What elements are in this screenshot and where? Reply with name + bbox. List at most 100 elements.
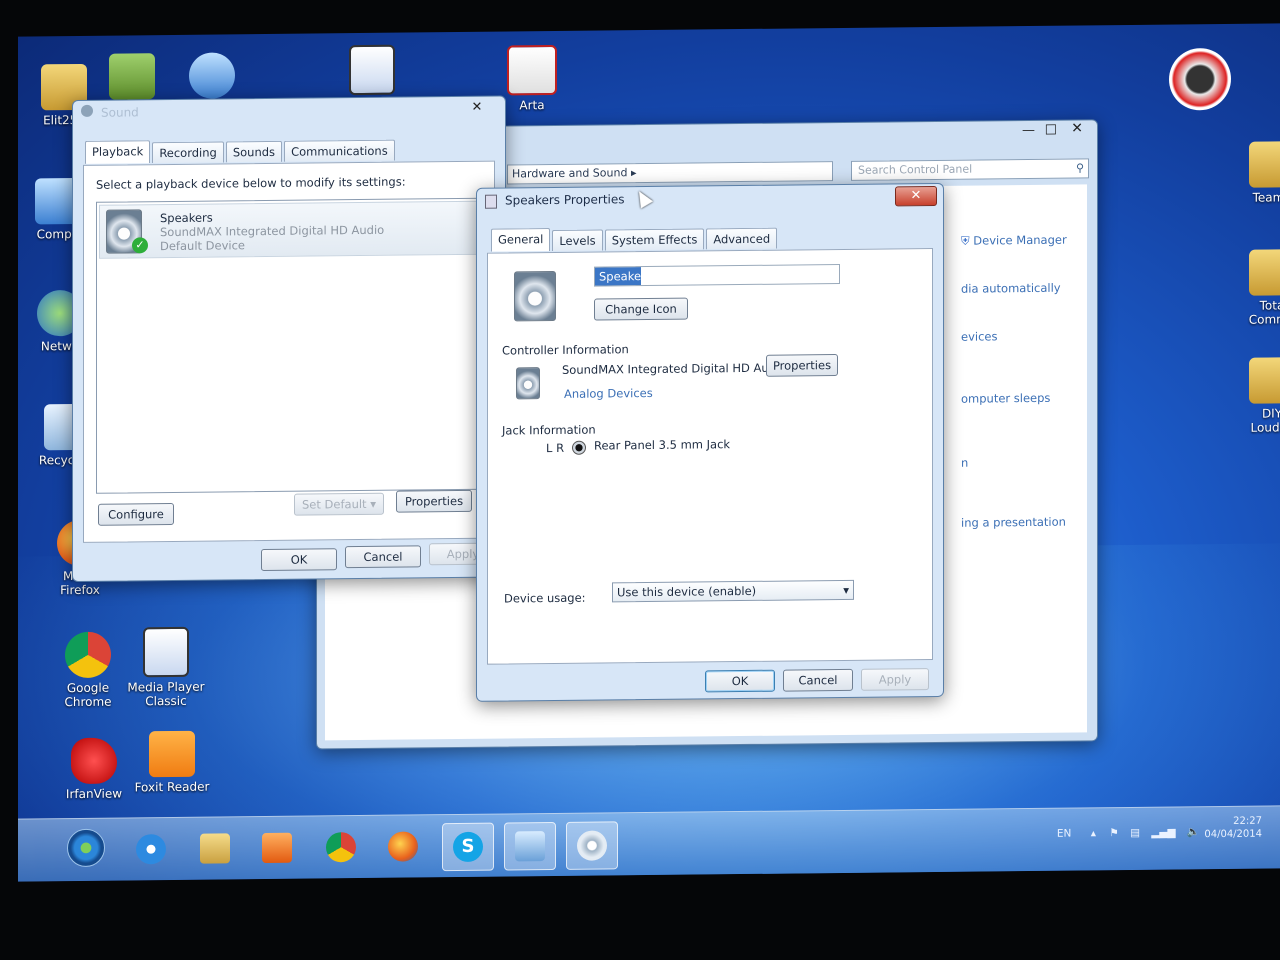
volume-icon[interactable]: 🔈 <box>1187 826 1200 838</box>
apply-button[interactable]: Apply <box>861 668 929 691</box>
desktop-icon-total-commander[interactable]: Tota Comma <box>1230 249 1280 327</box>
desktop-icon-media-player-classic[interactable]: Media Player Classic <box>124 626 208 709</box>
default-check-icon: ✓ <box>132 237 148 254</box>
desktop-icon-label: Tota Comma <box>1248 298 1280 327</box>
taskbar-ie[interactable] <box>126 826 176 873</box>
properties-button[interactable]: Properties <box>396 489 472 513</box>
folder-icon <box>1249 141 1280 188</box>
desktop-icon-label: IrfanView <box>65 786 123 802</box>
clock[interactable]: 22:27 04/04/2014 <box>1204 815 1262 842</box>
chevron-up-icon[interactable]: ▴ <box>1091 827 1096 839</box>
cancel-button[interactable]: Cancel <box>345 545 421 569</box>
desktop-icon-irfanview[interactable]: IrfanView <box>52 737 136 801</box>
presentation-link[interactable]: ing a presentation <box>961 515 1066 530</box>
desktop-screen: Elit253 Compu Netwo Recycle Mozill Firef… <box>18 23 1280 882</box>
ok-button[interactable]: OK <box>261 548 337 572</box>
windows-logo-icon <box>67 828 105 868</box>
clock-time: 22:27 <box>1233 815 1262 827</box>
language-indicator[interactable]: EN <box>1057 828 1072 840</box>
change-icon-button[interactable]: Change Icon <box>594 297 688 321</box>
folder-icon <box>1249 357 1280 404</box>
address-bar[interactable]: Hardware and Sound ▸ <box>507 161 833 185</box>
skype-icon: S <box>453 831 483 863</box>
shield-icon: ⛨ <box>961 233 970 248</box>
flag-icon[interactable]: ⚑ <box>1109 827 1118 839</box>
sound-dialog-titlebar: Sound ✕ <box>73 97 505 128</box>
tab-system-effects[interactable]: System Effects <box>604 228 705 251</box>
device-manager-link[interactable]: ⛨ Device Manager <box>961 233 1067 249</box>
device-list[interactable]: ✓ Speakers SoundMAX Integrated Digital H… <box>96 197 484 494</box>
desktop-icon-diy-loudspeaker[interactable]: DIY Loudsp <box>1230 357 1280 435</box>
controller-name: SoundMAX Integrated Digital HD Au... <box>562 360 780 377</box>
media-player-classic-icon <box>143 626 189 678</box>
power-link[interactable]: n <box>961 456 968 470</box>
maximize-button[interactable]: □ <box>1045 122 1057 137</box>
desktop-icon-gauge[interactable] <box>1158 47 1242 114</box>
gauge-gadget-icon <box>1169 47 1231 111</box>
jack-location: Rear Panel 3.5 mm Jack <box>594 437 731 453</box>
start-button[interactable] <box>60 825 112 872</box>
devices-link[interactable]: evices <box>961 329 997 343</box>
controller-vendor: Analog Devices <box>564 385 653 401</box>
tab-levels[interactable]: Levels <box>552 229 603 252</box>
taskbar-sound[interactable] <box>566 821 618 870</box>
signal-icon[interactable]: ▂▄▆ <box>1151 826 1175 838</box>
taskbar-firefox[interactable] <box>378 823 428 870</box>
desktop-icon-chrome[interactable]: Google Chrome <box>46 631 130 709</box>
controller-properties-button[interactable]: Properties <box>766 354 838 377</box>
control-panel-icon <box>515 831 545 862</box>
search-input[interactable]: Search Control Panel ⚲ <box>851 158 1089 181</box>
ok-button[interactable]: OK <box>705 669 775 693</box>
tab-playback[interactable]: Playback <box>85 140 151 164</box>
close-button[interactable]: ✕ <box>1071 120 1083 136</box>
jack-heading: Jack Information <box>502 422 596 438</box>
chevron-right-icon: ▸ <box>630 166 637 180</box>
device-status: Default Device <box>160 238 246 254</box>
dialog-title: Sound <box>101 105 139 120</box>
tab-general[interactable]: General <box>491 228 551 252</box>
playback-panel: Select a playback device below to modify… <box>83 160 495 543</box>
autoplay-link[interactable]: dia automatically <box>961 281 1061 296</box>
taskbar-explorer[interactable] <box>190 825 240 872</box>
device-name-field[interactable] <box>594 263 840 287</box>
desktop-icon-top-2[interactable] <box>170 52 254 102</box>
taskbar-chrome[interactable] <box>316 824 366 871</box>
taskbar-skype[interactable]: S <box>442 822 494 872</box>
desktop-icon-top-1[interactable] <box>90 53 174 103</box>
desktop-icon-foxit-reader[interactable]: Foxit Reader <box>130 730 214 795</box>
dialog-title: Speakers Properties <box>505 192 625 208</box>
minimize-button[interactable]: — <box>1022 123 1035 138</box>
tab-recording[interactable]: Recording <box>152 141 224 164</box>
desktop-icon-label: Google Chrome <box>64 680 112 710</box>
desktop-icon-top-3[interactable] <box>330 44 414 98</box>
firefox-icon <box>388 831 418 862</box>
speakers-properties-titlebar: Speakers Properties ✕ <box>477 184 943 215</box>
list-item[interactable]: ✓ Speakers SoundMAX Integrated Digital H… <box>99 200 481 259</box>
speakers-properties-dialog: Speakers Properties ✕ General Levels Sys… <box>476 182 944 702</box>
device-usage-select[interactable]: Use this device (enable) ▾ <box>612 579 854 603</box>
close-button[interactable]: ✕ <box>457 99 497 117</box>
speaker-icon <box>485 194 497 209</box>
close-button[interactable]: ✕ <box>895 185 937 207</box>
jack-channels: L R <box>546 440 565 456</box>
gimp-icon <box>109 53 155 100</box>
desktop-icon-label: DIY Loudsp <box>1250 406 1280 435</box>
cancel-button[interactable]: Cancel <box>783 668 853 692</box>
chrome-icon <box>326 832 356 863</box>
speaker-icon <box>577 830 607 861</box>
tab-communications[interactable]: Communications <box>284 139 395 162</box>
desktop-icon-label: Foxit Reader <box>134 779 210 795</box>
breadcrumb[interactable]: Hardware and Sound <box>512 166 627 180</box>
desktop-icon-teamviewer[interactable]: Teamv <box>1230 141 1280 205</box>
chevron-down-icon: ▾ <box>843 582 849 597</box>
configure-button[interactable]: Configure <box>98 502 174 526</box>
network-status-icon[interactable]: ▤ <box>1130 827 1140 839</box>
set-default-button[interactable]: Set Default ▾ <box>294 492 384 516</box>
taskbar-media-player[interactable] <box>252 825 302 872</box>
tab-sounds[interactable]: Sounds <box>225 140 283 163</box>
taskbar-control-panel[interactable] <box>504 821 556 871</box>
desktop-icon-label: Teamv <box>1252 190 1280 205</box>
sleep-link[interactable]: omputer sleeps <box>961 391 1050 406</box>
tab-advanced[interactable]: Advanced <box>706 227 778 250</box>
device-driver: SoundMAX Integrated Digital HD Audio <box>160 222 385 240</box>
